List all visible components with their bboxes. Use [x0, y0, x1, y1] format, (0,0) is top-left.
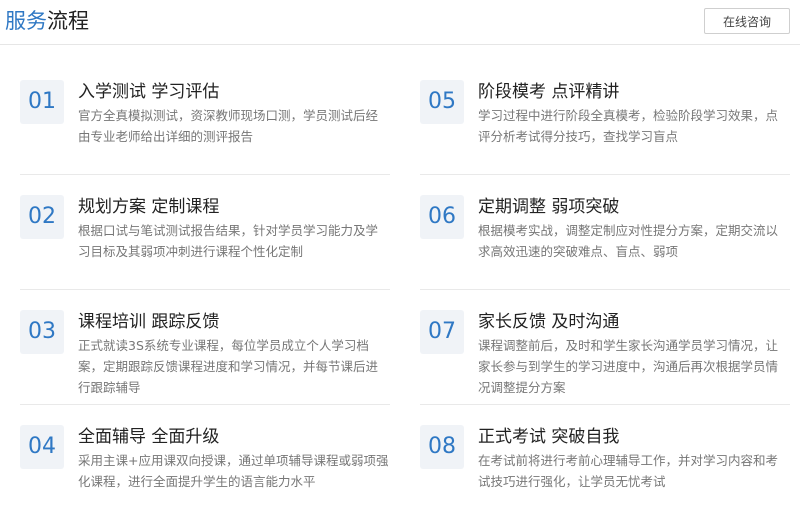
online-consult-button[interactable]: 在线咨询: [704, 8, 790, 34]
step-title: 课程培训 跟踪反馈: [78, 312, 220, 332]
step-item: 07 家长反馈 及时沟通 课程调整前后，及时和学生家长沟通学员学习情况，让家长参…: [420, 300, 790, 405]
steps-column-right: 05 阶段模考 点评精讲 学习过程中进行阶段全真模考，检验阶段学习效果，点评分析…: [420, 70, 790, 529]
step-title: 入学测试 学习评估: [78, 82, 220, 102]
page-title-accent: 服务: [5, 9, 47, 33]
section-header: 服务流程 在线咨询: [0, 0, 800, 45]
step-description: 采用主课+应用课双向授课，通过单项辅导课程或弱项强化课程，进行全面提升学生的语言…: [78, 453, 389, 489]
step-number: 01: [20, 80, 64, 124]
step-number: 02: [20, 195, 64, 239]
step-item: 06 定期调整 弱项突破 根据模考实战，调整定制应对性提分方案，定期交流以求高效…: [420, 185, 790, 290]
page-title-rest: 流程: [47, 9, 89, 33]
step-item: 08 正式考试 突破自我 在考试前将进行考前心理辅导工作，并对学习内容和考试技巧…: [420, 415, 790, 519]
step-description: 官方全真模拟测试，资深教师现场口测，学员测试后经由专业老师给出详细的测评报告: [78, 108, 379, 144]
step-number: 05: [420, 80, 464, 124]
step-description: 根据口试与笔试测试报告结果，针对学员学习能力及学习目标及其弱项冲刺进行课程个性化…: [78, 223, 379, 259]
step-title: 正式考试 突破自我: [478, 427, 620, 447]
steps-column-left: 01 入学测试 学习评估 官方全真模拟测试，资深教师现场口测，学员测试后经由专业…: [20, 70, 390, 529]
step-description: 正式就读3S系统专业课程，每位学员成立个人学习档案，定期跟踪反馈课程进度和学习情…: [78, 338, 379, 395]
step-item: 02 规划方案 定制课程 根据口试与笔试测试报告结果，针对学员学习能力及学习目标…: [20, 185, 390, 290]
step-item: 03 课程培训 跟踪反馈 正式就读3S系统专业课程，每位学员成立个人学习档案，定…: [20, 300, 390, 405]
step-title: 定期调整 弱项突破: [478, 197, 620, 217]
step-description: 学习过程中进行阶段全真模考，检验阶段学习效果，点评分析考试得分技巧，查找学习盲点: [478, 108, 779, 144]
step-number: 08: [420, 425, 464, 469]
step-title: 规划方案 定制课程: [78, 197, 220, 217]
step-number: 04: [20, 425, 64, 469]
step-item: 01 入学测试 学习评估 官方全真模拟测试，资深教师现场口测，学员测试后经由专业…: [20, 70, 390, 175]
step-title: 阶段模考 点评精讲: [478, 82, 620, 102]
step-item: 04 全面辅导 全面升级 采用主课+应用课双向授课，通过单项辅导课程或弱项强化课…: [20, 415, 390, 519]
step-item: 05 阶段模考 点评精讲 学习过程中进行阶段全真模考，检验阶段学习效果，点评分析…: [420, 70, 790, 175]
step-number: 07: [420, 310, 464, 354]
step-number: 03: [20, 310, 64, 354]
step-title: 家长反馈 及时沟通: [478, 312, 620, 332]
step-description: 根据模考实战，调整定制应对性提分方案，定期交流以求高效迅速的突破难点、盲点、弱项: [478, 223, 779, 259]
page-title: 服务流程: [5, 8, 89, 34]
step-number: 06: [420, 195, 464, 239]
step-title: 全面辅导 全面升级: [78, 427, 220, 447]
step-description: 在考试前将进行考前心理辅导工作，并对学习内容和考试技巧进行强化，让学员无忧考试: [478, 453, 779, 489]
step-description: 课程调整前后，及时和学生家长沟通学员学习情况，让家长参与到学生的学习进度中，沟通…: [478, 338, 779, 395]
